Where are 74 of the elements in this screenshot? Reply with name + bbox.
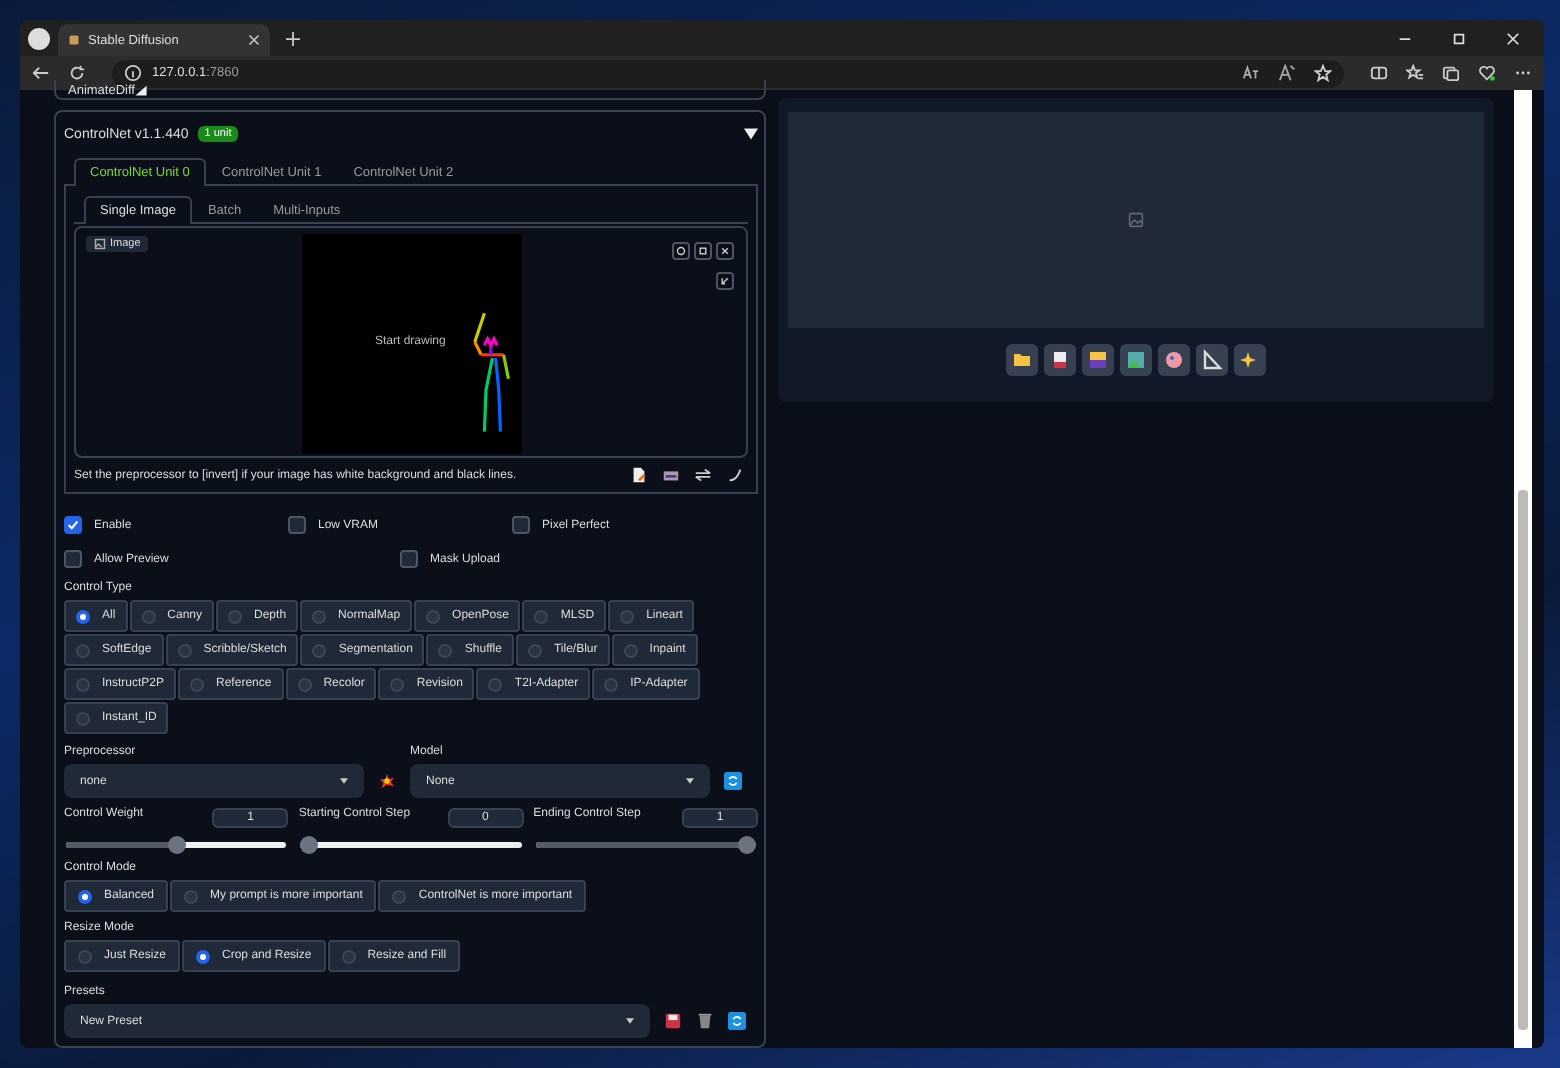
radio-button[interactable]: [196, 949, 211, 963]
refresh-icon[interactable]: [724, 772, 742, 790]
radio-button[interactable]: [76, 711, 90, 725]
read-aloud-icon[interactable]: [1278, 64, 1296, 82]
eraser-icon[interactable]: [694, 242, 712, 260]
slider-thumb[interactable]: [167, 836, 186, 854]
curve-icon[interactable]: [726, 466, 744, 484]
triangle-ruler-icon[interactable]: [1196, 344, 1228, 376]
radio-button[interactable]: [620, 609, 635, 623]
swap-arrows-icon[interactable]: [694, 466, 712, 484]
slider-thumb[interactable]: [300, 836, 319, 854]
checkbox[interactable]: [64, 550, 82, 568]
radio-button[interactable]: [438, 643, 453, 657]
maximize-icon[interactable]: [1452, 31, 1466, 45]
radio-button[interactable]: [76, 677, 90, 691]
slider-thumb[interactable]: [737, 836, 756, 854]
radio-button[interactable]: [426, 609, 441, 623]
radio-button[interactable]: [78, 949, 92, 963]
checkbox[interactable]: [64, 516, 82, 534]
radio-button[interactable]: [297, 677, 312, 691]
palette-icon[interactable]: [1158, 344, 1190, 376]
slider[interactable]: [66, 836, 287, 854]
collapse-triangle-icon[interactable]: [134, 84, 149, 96]
split-screen-icon[interactable]: [1370, 64, 1388, 82]
caret-icon: [626, 1018, 634, 1024]
folder-icon[interactable]: [1006, 344, 1038, 376]
new-tab-icon[interactable]: [286, 31, 300, 45]
radio-button[interactable]: [76, 643, 90, 657]
heart-pulse-icon[interactable]: [1478, 64, 1496, 82]
close-icon[interactable]: [716, 242, 734, 260]
radio-button[interactable]: [392, 889, 407, 903]
checkbox[interactable]: [288, 516, 306, 534]
document-icon[interactable]: [630, 466, 648, 484]
radio-button[interactable]: [341, 949, 356, 963]
radio-button[interactable]: [141, 609, 156, 623]
refresh-icon[interactable]: [728, 1012, 746, 1030]
translate-icon[interactable]: [1242, 64, 1260, 82]
radio-button[interactable]: [623, 643, 638, 657]
radio-button[interactable]: [534, 609, 549, 623]
radio-button[interactable]: [312, 643, 327, 657]
radio-button[interactable]: [604, 677, 619, 691]
image-icon: [1128, 212, 1144, 228]
radio-button[interactable]: [78, 889, 92, 903]
caret-icon: [686, 778, 694, 784]
checkbox[interactable]: [400, 550, 418, 568]
radio-button[interactable]: [527, 643, 542, 657]
star-icon[interactable]: [1314, 64, 1332, 82]
info-icon: [124, 64, 142, 82]
back-arrow-icon[interactable]: [32, 64, 50, 82]
image-icon: [94, 238, 106, 250]
favorites-icon[interactable]: [1406, 64, 1424, 82]
radio-button[interactable]: [228, 609, 243, 623]
checkbox[interactable]: [512, 516, 530, 534]
radio-button[interactable]: [488, 677, 503, 691]
radio-button[interactable]: [190, 677, 205, 691]
radio-button[interactable]: [312, 609, 327, 623]
slider[interactable]: [300, 836, 522, 854]
radio-button[interactable]: [177, 643, 192, 657]
radio-button[interactable]: [390, 677, 405, 691]
trash-icon[interactable]: [696, 1012, 714, 1030]
collections-icon[interactable]: [1442, 64, 1460, 82]
undo-icon[interactable]: [672, 242, 690, 260]
caret-icon: [340, 778, 348, 784]
radio-button[interactable]: [76, 609, 90, 623]
radio-button[interactable]: [184, 889, 199, 903]
collapse-triangle-icon[interactable]: [744, 127, 758, 139]
sparkles-icon[interactable]: [1234, 344, 1266, 376]
slider[interactable]: [535, 836, 756, 854]
picture-icon[interactable]: [1120, 344, 1152, 376]
app-icon: [68, 34, 80, 46]
scrollbar[interactable]: [1514, 90, 1532, 1048]
profile-avatar[interactable]: [28, 27, 50, 49]
reload-icon[interactable]: [68, 64, 86, 82]
explosion-icon[interactable]: [378, 772, 396, 790]
